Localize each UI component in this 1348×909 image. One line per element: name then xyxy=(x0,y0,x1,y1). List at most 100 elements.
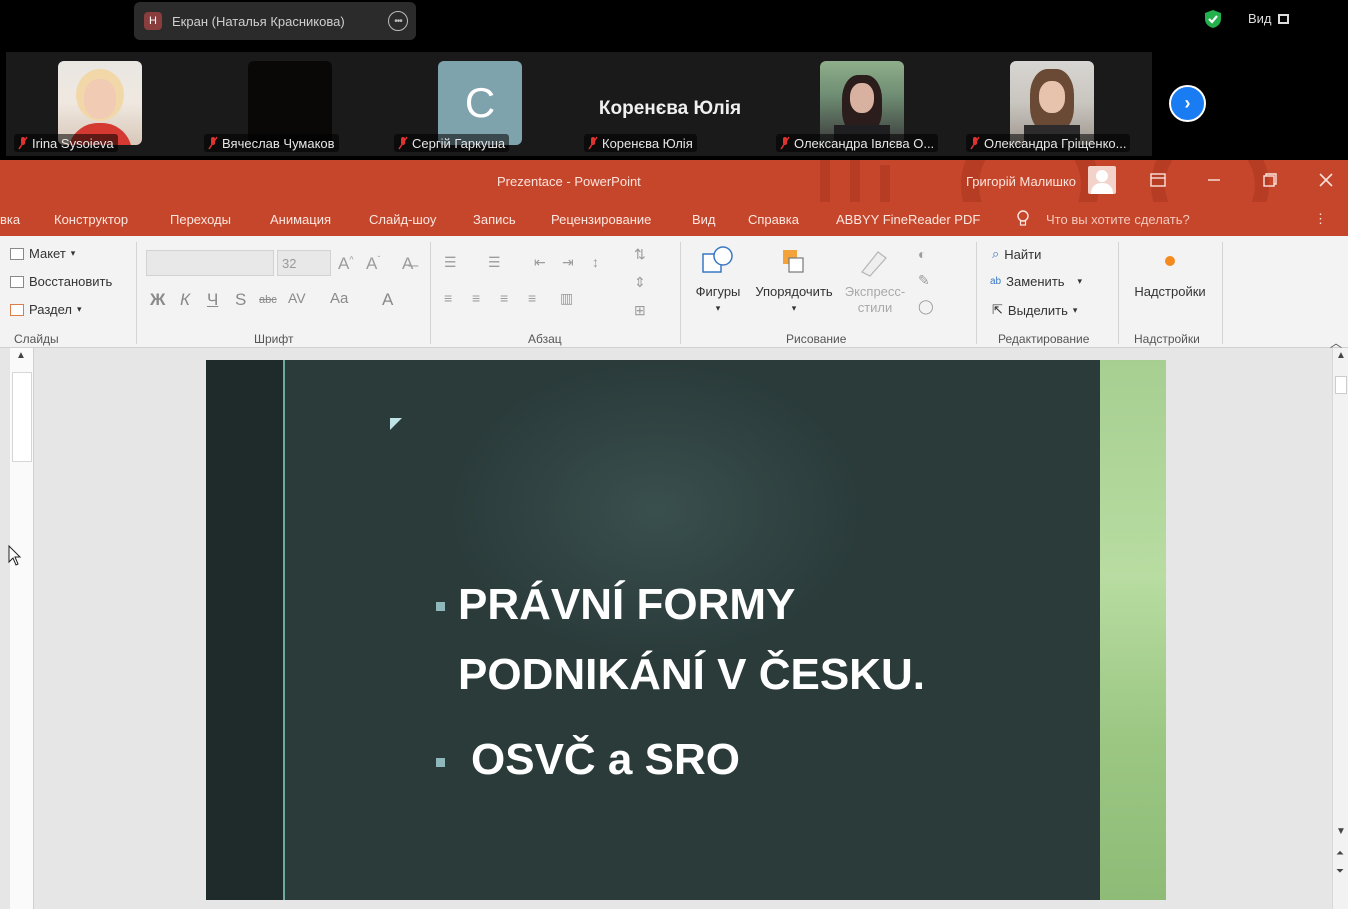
group-separator xyxy=(136,242,137,344)
next-participants-button[interactable]: › xyxy=(1169,85,1206,122)
minimize-icon[interactable] xyxy=(1202,168,1226,192)
user-avatar-icon[interactable] xyxy=(1088,166,1116,194)
vertical-scrollbar[interactable]: ▲ ▼ ⏶ ⏷ xyxy=(1332,348,1348,909)
close-icon[interactable] xyxy=(1314,168,1338,192)
restore-icon[interactable] xyxy=(1258,168,1282,192)
tab-insert[interactable]: вка xyxy=(0,212,20,227)
tab-help[interactable]: Справка xyxy=(748,212,799,227)
participant-name: Irina Sysoieva xyxy=(14,134,118,152)
text-direction-icon[interactable]: ⇅ xyxy=(634,246,646,263)
align-center-icon[interactable]: ≡ xyxy=(472,290,480,306)
scroll-up-icon[interactable]: ▲ xyxy=(1336,350,1346,361)
thumbnail-scrollbar[interactable] xyxy=(12,372,32,462)
section-icon xyxy=(10,303,24,316)
signed-in-user[interactable]: Григорій Малишко xyxy=(966,174,1076,189)
mic-muted-icon xyxy=(780,136,790,150)
participant-tile[interactable]: Олександра Гріщенко... xyxy=(958,52,1146,156)
align-left-icon[interactable]: ≡ xyxy=(444,290,452,306)
increase-indent-icon[interactable]: ⇥ xyxy=(562,254,574,271)
zoom-top-bar: Н Екран (Наталья Красникова) ••• Вид xyxy=(0,0,1348,46)
mic-muted-icon xyxy=(18,136,28,150)
justify-icon[interactable]: ≡ xyxy=(528,290,536,306)
scroll-up-icon[interactable]: ▲ xyxy=(16,350,26,361)
bullet-marker xyxy=(436,758,445,767)
shape-outline-icon[interactable]: ✎ xyxy=(918,272,930,289)
participant-video xyxy=(1010,61,1094,145)
shrink-font-icon[interactable]: Aˇ xyxy=(366,254,380,274)
tab-abbyy[interactable]: ABBYY FineReader PDF xyxy=(836,212,980,227)
mic-muted-icon xyxy=(588,136,598,150)
scroll-thumb[interactable] xyxy=(1335,376,1347,394)
underline-icon[interactable]: Ч xyxy=(207,290,218,310)
ribbon-display-options-icon[interactable] xyxy=(1146,168,1170,192)
shape-fill-icon[interactable]: ◐ xyxy=(918,246,926,262)
columns-icon[interactable]: ▥ xyxy=(560,290,573,307)
tell-me-search[interactable]: Что вы хотите сделать? xyxy=(1046,212,1190,227)
view-label: Вид xyxy=(1248,11,1272,26)
align-text-icon[interactable]: ⇕ xyxy=(634,274,646,291)
smartart-icon[interactable]: ⊞ xyxy=(634,302,646,319)
character-spacing-icon[interactable]: AV xyxy=(288,290,306,306)
change-case-icon[interactable]: Aa xyxy=(330,290,348,307)
previous-slide-icon[interactable]: ⏶ xyxy=(1336,848,1344,859)
shape-effects-icon[interactable]: ◯ xyxy=(918,298,934,315)
title-bar: Prezentace - PowerPoint Григорій Малишко xyxy=(0,160,1348,202)
group-separator xyxy=(430,242,431,344)
select-button[interactable]: ⇱ Выделить ▾ xyxy=(992,302,1077,318)
line-spacing-icon[interactable]: ↕ xyxy=(592,254,599,270)
tab-record[interactable]: Запись xyxy=(473,212,516,227)
scroll-down-icon[interactable]: ▼ xyxy=(1336,826,1346,837)
numbering-icon[interactable]: ☰ xyxy=(488,254,501,271)
next-slide-icon[interactable]: ⏷ xyxy=(1336,866,1344,877)
shapes-button[interactable]: Фигуры ▾ xyxy=(690,244,746,316)
font-size-input[interactable]: 32 xyxy=(277,250,331,276)
reset-button[interactable]: Восстановить xyxy=(10,274,112,289)
slide-canvas[interactable]: PRÁVNÍ FORMY PODNIKÁNÍ V ČESKU. OSVČ a S… xyxy=(206,360,1166,900)
layout-button[interactable]: Макет ▾ xyxy=(10,246,75,261)
bold-icon[interactable]: Ж xyxy=(150,290,165,310)
replace-button[interactable]: ab Заменить ▾ xyxy=(990,274,1082,289)
ribbon-tabs: вка Конструктор Переходы Анимация Слайд-… xyxy=(0,202,1348,236)
participant-strip-inner: Irina Sysoieva Вячеслав Чумаков C Сергій… xyxy=(6,52,1152,156)
section-button[interactable]: Раздел ▾ xyxy=(10,302,82,317)
participant-tile[interactable]: Олександра Івлєва О... xyxy=(768,52,956,156)
share-pane-icon[interactable]: ⋮ xyxy=(1314,211,1327,227)
tab-design[interactable]: Конструктор xyxy=(54,212,128,227)
addins-button[interactable]: Надстройки xyxy=(1126,250,1214,300)
participant-tile[interactable]: Irina Sysoieva xyxy=(6,52,194,156)
tab-review[interactable]: Рецензирование xyxy=(551,212,651,227)
font-name-input[interactable] xyxy=(146,250,274,276)
group-label-drawing: Рисование xyxy=(786,332,847,346)
grid-view-icon xyxy=(1277,13,1289,24)
participant-tile[interactable]: Вячеслав Чумаков xyxy=(196,52,384,156)
participant-tile[interactable]: Коренєва Юлія Коренєва Юлія xyxy=(576,52,764,156)
arrange-button[interactable]: Упорядочить ▾ xyxy=(750,244,838,316)
participant-tile[interactable]: C Сергій Гаркуша xyxy=(386,52,574,156)
tab-slideshow[interactable]: Слайд-шоу xyxy=(369,212,436,227)
security-shield-icon[interactable] xyxy=(1203,9,1223,29)
strikethrough-icon[interactable]: abc xyxy=(259,294,277,306)
tab-transitions[interactable]: Переходы xyxy=(170,212,231,227)
bullets-icon[interactable]: ☰ xyxy=(444,254,457,271)
participant-name: Вячеслав Чумаков xyxy=(204,134,339,152)
reset-icon xyxy=(10,275,24,288)
group-label-paragraph: Абзац xyxy=(528,332,562,346)
screen-share-indicator[interactable]: Н Екран (Наталья Красникова) ••• xyxy=(134,2,416,40)
decrease-indent-icon[interactable]: ⇤ xyxy=(534,254,546,271)
addins-icon xyxy=(1165,256,1175,266)
align-right-icon[interactable]: ≡ xyxy=(500,290,508,306)
clear-formatting-icon[interactable]: A̶ xyxy=(402,254,413,274)
find-button[interactable]: ⌕ Найти xyxy=(992,246,1041,262)
italic-icon[interactable]: К xyxy=(180,290,190,310)
thumbnail-pane[interactable]: ▲ xyxy=(10,348,34,909)
more-options-icon[interactable]: ••• xyxy=(388,11,408,31)
view-button[interactable]: Вид xyxy=(1248,11,1289,26)
grow-font-icon[interactable]: A^ xyxy=(338,254,354,274)
font-color-icon[interactable]: A xyxy=(382,290,393,310)
group-label-addins: Надстройки xyxy=(1134,332,1200,346)
tab-animations[interactable]: Анимация xyxy=(270,212,331,227)
shadow-icon[interactable]: S xyxy=(235,290,246,310)
quick-styles-button[interactable]: Экспресс-стили xyxy=(842,244,908,316)
slide-editing-area: ▲ ︿ ▲ ▼ ⏶ ⏷ PRÁVNÍ FORMY PODNIKÁNÍ V ČES… xyxy=(0,336,1348,909)
tab-view[interactable]: Вид xyxy=(692,212,716,227)
